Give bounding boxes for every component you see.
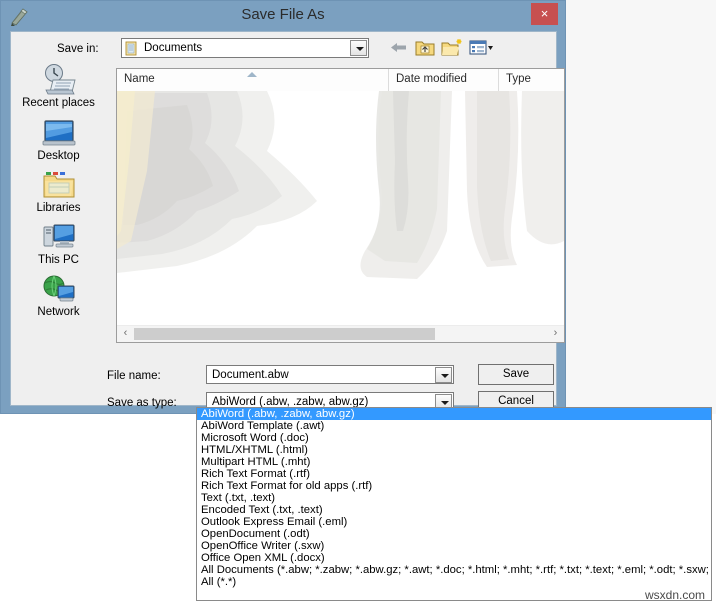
chevron-down-icon[interactable] (435, 367, 452, 383)
dropdown-option[interactable]: All (*.*) (197, 576, 711, 588)
sidebar-item-label: This PC (38, 254, 79, 266)
sidebar-item-this-pc[interactable]: This PC (11, 222, 106, 274)
file-list-body[interactable] (117, 91, 564, 320)
scroll-left-arrow-icon[interactable]: ‹ (117, 326, 134, 342)
close-button[interactable]: × (531, 3, 558, 25)
window-title: Save File As (241, 6, 325, 23)
save-file-as-dialog: Save File As × Recent places Desktop Lib… (0, 0, 566, 414)
save-in-label: Save in: (57, 43, 99, 55)
sidebar-item-libraries[interactable]: Libraries (11, 170, 106, 222)
file-name-value: Document.abw (212, 369, 289, 381)
desktop-monitor-icon (42, 118, 76, 151)
sidebar-item-label: Libraries (36, 202, 81, 214)
this-pc-computer-icon (42, 222, 76, 255)
scrollbar-thumb[interactable] (134, 328, 435, 340)
places-bar: Recent places Desktop Libraries This PC … (11, 32, 106, 404)
documents-folder-icon (125, 41, 139, 56)
dropdown-option[interactable]: Multipart HTML (.mht) (197, 456, 711, 468)
dropdown-option[interactable]: OpenDocument (.odt) (197, 528, 711, 540)
file-list-header: Name Date modified Type (117, 69, 564, 92)
column-header-type[interactable]: Type (499, 69, 564, 91)
save-button[interactable]: Save (478, 364, 554, 385)
sidebar-item-label: Recent places (22, 97, 95, 109)
dropdown-option[interactable]: OpenOffice Writer (.sxw) (197, 540, 711, 552)
watermark: wsxdn.com (645, 588, 706, 602)
back-arrow-icon[interactable] (389, 38, 409, 57)
toolbar-icons (389, 38, 494, 58)
dropdown-option[interactable]: Microsoft Word (.doc) (197, 432, 711, 444)
dropdown-option[interactable]: AbiWord (.abw, .zabw, abw.gz) (197, 408, 711, 420)
title-bar[interactable]: Save File As × (1, 1, 565, 31)
column-header-name[interactable]: Name (117, 69, 389, 91)
sidebar-item-label: Network (37, 306, 80, 318)
recent-places-icon (41, 64, 77, 99)
dropdown-option[interactable]: HTML/XHTML (.html) (197, 444, 711, 456)
file-list-view[interactable]: Name Date modified Type ‹ › (116, 68, 565, 343)
dropdown-option[interactable]: Rich Text Format (.rtf) (197, 468, 711, 480)
dropdown-option[interactable]: Rich Text Format for old apps (.rtf) (197, 480, 711, 492)
save-in-combobox[interactable]: Documents (121, 38, 369, 58)
file-name-label: File name: (107, 370, 161, 382)
sort-ascending-icon (247, 72, 257, 77)
up-one-level-folder-icon[interactable] (415, 38, 435, 57)
dialog-client-area: Recent places Desktop Libraries This PC … (10, 31, 565, 412)
column-label: Date modified (396, 73, 467, 85)
column-label: Name (124, 73, 155, 85)
screen: Save File As × Recent places Desktop Lib… (0, 0, 716, 605)
sidebar-item-recent-places[interactable]: Recent places (11, 64, 106, 116)
dropdown-option[interactable]: Encoded Text (.txt, .text) (197, 504, 711, 516)
horizontal-scrollbar[interactable]: ‹ › (117, 325, 564, 342)
new-folder-icon[interactable] (441, 38, 463, 57)
dropdown-option[interactable]: Office Open XML (.docx) (197, 552, 711, 564)
column-label: Type (506, 73, 531, 85)
column-header-date-modified[interactable]: Date modified (389, 69, 499, 91)
file-name-combobox[interactable]: Document.abw (206, 365, 454, 384)
save-as-type-dropdown-list[interactable]: AbiWord (.abw, .zabw, abw.gz) AbiWord Te… (196, 407, 712, 601)
dropdown-option[interactable]: Text (.txt, .text) (197, 492, 711, 504)
sidebar-item-network[interactable]: Network (11, 274, 106, 326)
sidebar-item-label: Desktop (37, 150, 80, 162)
network-globe-icon (42, 274, 76, 307)
save-in-value: Documents (144, 42, 203, 54)
scroll-right-arrow-icon[interactable]: › (547, 326, 564, 342)
save-as-type-label: Save as type: (107, 397, 177, 409)
dropdown-option[interactable]: All Documents (*.abw; *.zabw; *.abw.gz; … (197, 564, 711, 576)
chevron-down-icon[interactable] (350, 40, 367, 56)
sidebar-item-desktop[interactable]: Desktop (11, 118, 106, 170)
libraries-folder-icon (42, 170, 76, 203)
views-icon[interactable] (469, 38, 494, 57)
dropdown-option[interactable]: AbiWord Template (.awt) (197, 420, 711, 432)
dropdown-option[interactable]: Outlook Express Email (.eml) (197, 516, 711, 528)
